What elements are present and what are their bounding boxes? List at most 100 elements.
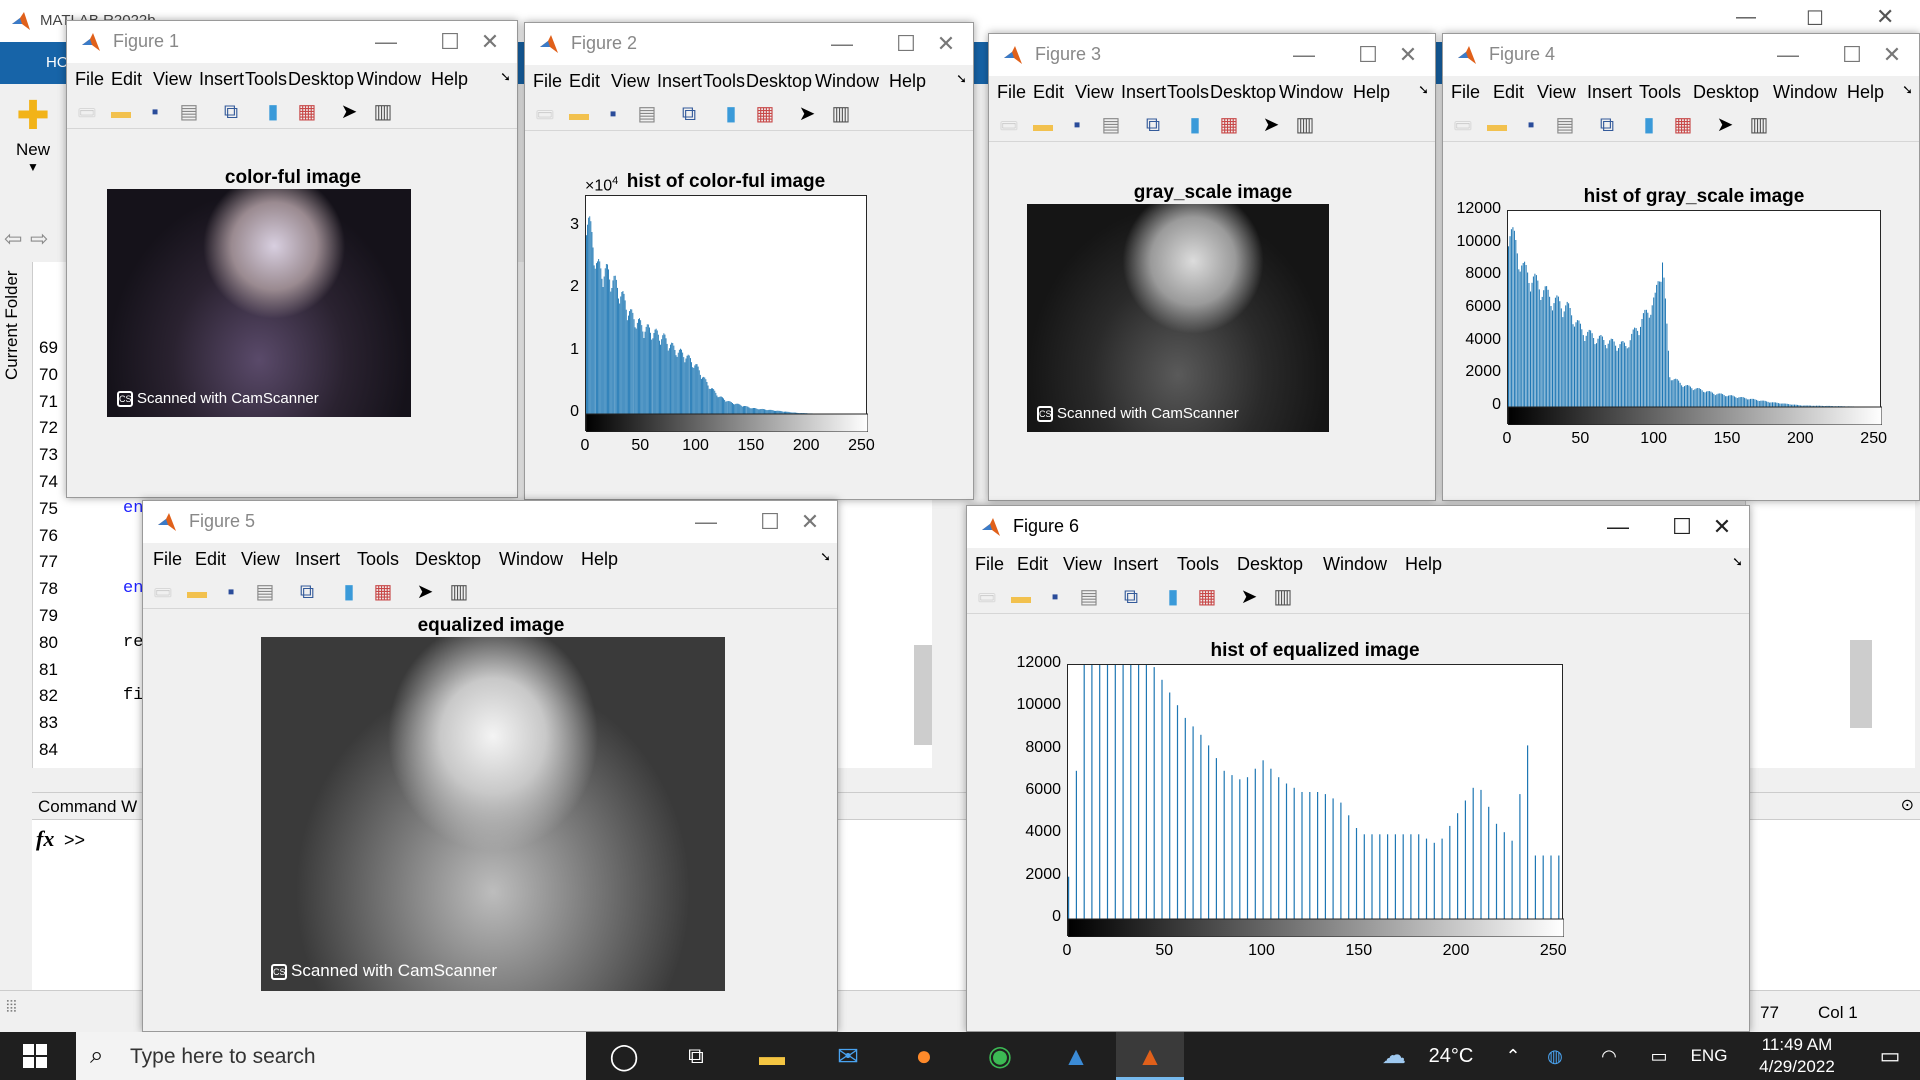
- notification-icon[interactable]: ▭: [1866, 1032, 1914, 1080]
- print-icon[interactable]: ▤: [1553, 113, 1577, 137]
- menu-window[interactable]: Window: [499, 549, 563, 570]
- maximize-button[interactable]: ☐: [1835, 38, 1869, 72]
- save-icon[interactable]: ▪: [601, 102, 625, 126]
- insert-legend-icon[interactable]: ▦: [1671, 113, 1695, 137]
- menu-window[interactable]: Window: [1773, 82, 1837, 103]
- expand-icon[interactable]: ⊙: [1901, 795, 1914, 815]
- menu-edit[interactable]: Edit: [111, 69, 142, 90]
- insert-colorbar-icon[interactable]: ▮: [1183, 113, 1207, 137]
- insert-legend-icon[interactable]: ▦: [753, 102, 777, 126]
- menu-help[interactable]: Help: [1847, 82, 1884, 103]
- menu-desktop[interactable]: Desktop: [1237, 554, 1303, 575]
- clock[interactable]: 11:49 AM 4/29/2022: [1742, 1034, 1852, 1078]
- insert-colorbar-icon[interactable]: ▮: [337, 580, 361, 604]
- menu-help[interactable]: Help: [1405, 554, 1442, 575]
- taskbar-search-box[interactable]: ⌕ Type here to search: [76, 1032, 586, 1080]
- chrome-icon[interactable]: ◉: [972, 1032, 1028, 1080]
- figure-window-2[interactable]: Figure 2 — ☐ ✕ File Edit View Insert Tools Deskto…: [524, 22, 974, 500]
- menu-file[interactable]: File: [533, 71, 562, 92]
- wifi-icon[interactable]: ◠: [1594, 1032, 1624, 1080]
- figure-titlebar[interactable]: Figure 2 — ☐ ✕: [525, 23, 973, 65]
- menu-window[interactable]: Window: [815, 71, 879, 92]
- matlab-minimize-button[interactable]: —: [1736, 6, 1756, 29]
- save-icon[interactable]: ▪: [1519, 113, 1543, 137]
- menu-window[interactable]: Window: [1323, 554, 1387, 575]
- menu-insert[interactable]: Insert: [1113, 554, 1158, 575]
- pointer-icon[interactable]: ➤: [413, 580, 437, 604]
- editor-right-scrollbar[interactable]: [1850, 640, 1872, 728]
- menu-help[interactable]: Help: [431, 69, 468, 90]
- minimize-button[interactable]: —: [1601, 510, 1635, 544]
- save-icon[interactable]: ▪: [1065, 113, 1089, 137]
- battery-icon[interactable]: ▭: [1644, 1032, 1674, 1080]
- editor-scrollbar[interactable]: [914, 645, 932, 745]
- chevron-up-icon[interactable]: ⌃: [1498, 1032, 1528, 1080]
- menu-view[interactable]: View: [241, 549, 280, 570]
- start-button[interactable]: [0, 1032, 70, 1080]
- menu-edit[interactable]: Edit: [1033, 82, 1064, 103]
- insert-colorbar-icon[interactable]: ▮: [719, 102, 743, 126]
- menu-file[interactable]: File: [997, 82, 1026, 103]
- dock-arrow-icon[interactable]: ➘: [820, 549, 831, 565]
- link-plot-icon[interactable]: ⧉: [677, 102, 701, 126]
- cortana-icon[interactable]: ◯: [600, 1032, 648, 1080]
- new-figure-icon[interactable]: ▭: [975, 585, 999, 609]
- save-icon[interactable]: ▪: [143, 100, 167, 124]
- figure-titlebar[interactable]: Figure 3 — ☐ ✕: [989, 34, 1435, 76]
- menu-file[interactable]: File: [975, 554, 1004, 575]
- figure-window-1[interactable]: Figure 1 — ☐ ✕ File Edit View Insert Tools Deskto…: [66, 20, 518, 498]
- close-button[interactable]: ✕: [929, 27, 963, 61]
- insert-colorbar-icon[interactable]: ▮: [1161, 585, 1185, 609]
- open-file-icon[interactable]: ▬: [1485, 113, 1509, 137]
- minimize-button[interactable]: —: [825, 27, 859, 61]
- menu-edit[interactable]: Edit: [1493, 82, 1524, 103]
- figure-window-4[interactable]: Figure 4 — ☐ ✕ File Edit View Insert Tools Deskto…: [1442, 33, 1920, 501]
- dock-arrow-icon[interactable]: ➘: [1732, 554, 1743, 570]
- open-file-icon[interactable]: ▬: [1009, 585, 1033, 609]
- menu-tools[interactable]: Tools: [703, 71, 745, 92]
- menu-insert[interactable]: Insert: [657, 71, 702, 92]
- menu-file[interactable]: File: [75, 69, 104, 90]
- dock-arrow-icon[interactable]: ➘: [500, 69, 511, 85]
- figure-titlebar[interactable]: Figure 4 — ☐ ✕: [1443, 34, 1919, 76]
- new-figure-icon[interactable]: ▭: [75, 100, 99, 124]
- maximize-button[interactable]: ☐: [1665, 510, 1699, 544]
- matlab-maximize-button[interactable]: ☐: [1806, 6, 1824, 31]
- firefox-icon[interactable]: ●: [896, 1032, 952, 1080]
- menu-help[interactable]: Help: [889, 71, 926, 92]
- new-figure-icon[interactable]: ▭: [151, 580, 175, 604]
- menu-insert[interactable]: Insert: [1121, 82, 1166, 103]
- pointer-icon[interactable]: ➤: [1259, 113, 1283, 137]
- new-figure-icon[interactable]: ▭: [533, 102, 557, 126]
- open-file-icon[interactable]: ▬: [185, 580, 209, 604]
- print-icon[interactable]: ▤: [253, 580, 277, 604]
- menu-tools[interactable]: Tools: [245, 69, 287, 90]
- menu-desktop[interactable]: Desktop: [415, 549, 481, 570]
- close-button[interactable]: ✕: [1875, 38, 1909, 72]
- menu-edit[interactable]: Edit: [1017, 554, 1048, 575]
- matlab-close-button[interactable]: ✕: [1876, 4, 1894, 30]
- menu-view[interactable]: View: [611, 71, 650, 92]
- maximize-button[interactable]: ☐: [433, 25, 467, 59]
- print-icon[interactable]: ▤: [1099, 113, 1123, 137]
- new-figure-icon[interactable]: ▭: [1451, 113, 1475, 137]
- property-inspector-icon[interactable]: ▥: [371, 100, 395, 124]
- code-fragment[interactable]: fi: [123, 686, 143, 705]
- figure-window-3[interactable]: Figure 3 — ☐ ✕ File Edit View Insert Tools Deskto…: [988, 33, 1436, 501]
- task-view-icon[interactable]: ⧉: [672, 1032, 720, 1080]
- link-plot-icon[interactable]: ⧉: [1595, 113, 1619, 137]
- menu-tools[interactable]: Tools: [1639, 82, 1681, 103]
- link-plot-icon[interactable]: ⧉: [219, 100, 243, 124]
- menu-tools[interactable]: Tools: [1177, 554, 1219, 575]
- insert-colorbar-icon[interactable]: ▮: [1637, 113, 1661, 137]
- property-inspector-icon[interactable]: ▥: [829, 102, 853, 126]
- menu-desktop[interactable]: Desktop: [746, 71, 812, 92]
- insert-legend-icon[interactable]: ▦: [295, 100, 319, 124]
- close-button[interactable]: ✕: [1391, 38, 1425, 72]
- menu-file[interactable]: File: [153, 549, 182, 570]
- figure-titlebar[interactable]: Figure 1 — ☐ ✕: [67, 21, 517, 63]
- open-file-icon[interactable]: ▬: [567, 102, 591, 126]
- code-fragment[interactable]: re: [123, 633, 143, 652]
- current-folder-label[interactable]: Current Folder: [2, 270, 22, 380]
- menu-insert[interactable]: Insert: [199, 69, 244, 90]
